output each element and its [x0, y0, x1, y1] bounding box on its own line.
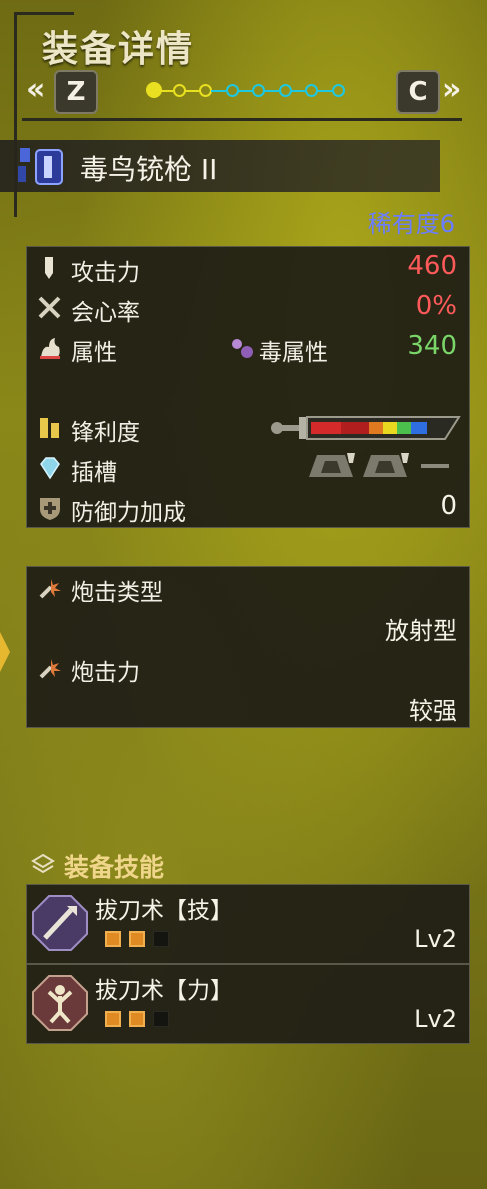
skill-level: Lv2	[414, 1005, 457, 1033]
shelling-burst-icon	[39, 579, 61, 599]
weapon-name: 毒鸟铳枪 II	[80, 153, 218, 186]
weapon-name-bar	[0, 140, 440, 192]
attack-label: 攻击力	[71, 260, 140, 286]
element-type-label: 毒属性	[259, 340, 328, 366]
shelling-type-label: 炮击类型	[71, 580, 163, 606]
power-crest-icon	[32, 975, 88, 1031]
gunlance-icon	[18, 148, 63, 185]
affinity-label: 会心率	[71, 300, 140, 326]
skill-point-filled	[105, 931, 121, 947]
element-value: 340	[407, 331, 457, 361]
skill-point-filled	[129, 931, 145, 947]
affinity-value: 0%	[415, 291, 457, 321]
skill-point-filled	[105, 1011, 121, 1027]
skill-name: 拔刀术【力】	[95, 978, 233, 1004]
side-marker-arrow[interactable]	[0, 632, 12, 672]
shelling-type-value: 放射型	[385, 617, 457, 645]
stats-panel: 攻击力 460 会心率 0% 属性 毒属性 340 锋利度 插槽 防御力加成 0	[26, 246, 470, 528]
defense-bonus-value: 0	[440, 491, 457, 521]
attack-value: 460	[407, 251, 457, 281]
rarity-label: 稀有度6	[367, 210, 455, 238]
skill-level: Lv2	[414, 925, 457, 953]
prev-key-z[interactable]: Z	[54, 70, 98, 114]
page-right-arrow[interactable]: »	[442, 72, 461, 107]
skill-layers-icon	[31, 853, 55, 874]
frame-under-header	[22, 118, 462, 121]
shield-plus-icon	[40, 498, 60, 520]
skill-card[interactable]: 拔刀术【力】 Lv2	[26, 964, 470, 1044]
page-dot-connector	[211, 90, 226, 92]
skills-heading: 装备技能	[64, 853, 165, 882]
sharpness-label: 锋利度	[71, 420, 140, 446]
skill-point-filled	[129, 1011, 145, 1027]
decoration-slots	[309, 453, 449, 477]
gem-icon	[40, 457, 60, 480]
shelling-power-value: 较强	[409, 697, 457, 725]
skill-name: 拔刀术【技】	[95, 898, 233, 924]
shelling-panel: 炮击类型 放射型 炮击力 较强	[26, 566, 470, 728]
skill-card[interactable]: 拔刀术【技】 Lv2	[26, 884, 470, 964]
defense-bonus-label: 防御力加成	[71, 500, 186, 526]
sword-crest-icon	[32, 895, 88, 951]
page-dot-connector	[290, 90, 305, 92]
page-dot[interactable]	[331, 84, 345, 97]
page-dot-connector	[317, 90, 332, 92]
page-dot-connector	[264, 90, 279, 92]
poison-bubbles-icon	[232, 339, 253, 358]
frame-top-line	[14, 12, 74, 15]
page-dot-connector	[184, 90, 199, 92]
next-key-c[interactable]: C	[396, 70, 440, 114]
slots-label: 插槽	[71, 460, 117, 486]
page-dot-connector	[158, 90, 173, 92]
page-left-arrow[interactable]: «	[26, 72, 45, 107]
shelling-burst-icon	[39, 659, 61, 679]
skill-point-empty	[153, 1011, 169, 1027]
sharpness-gauge	[271, 416, 461, 440]
sharpness-icon	[40, 418, 59, 438]
element-label: 属性	[71, 340, 117, 366]
blade-icon	[45, 257, 53, 279]
page-dot-connector	[237, 90, 252, 92]
element-flame-icon	[40, 338, 60, 359]
page-title: 装备详情	[42, 29, 195, 70]
crossed-swords-icon	[38, 296, 61, 319]
skill-point-empty	[153, 931, 169, 947]
shelling-power-label: 炮击力	[71, 660, 140, 686]
